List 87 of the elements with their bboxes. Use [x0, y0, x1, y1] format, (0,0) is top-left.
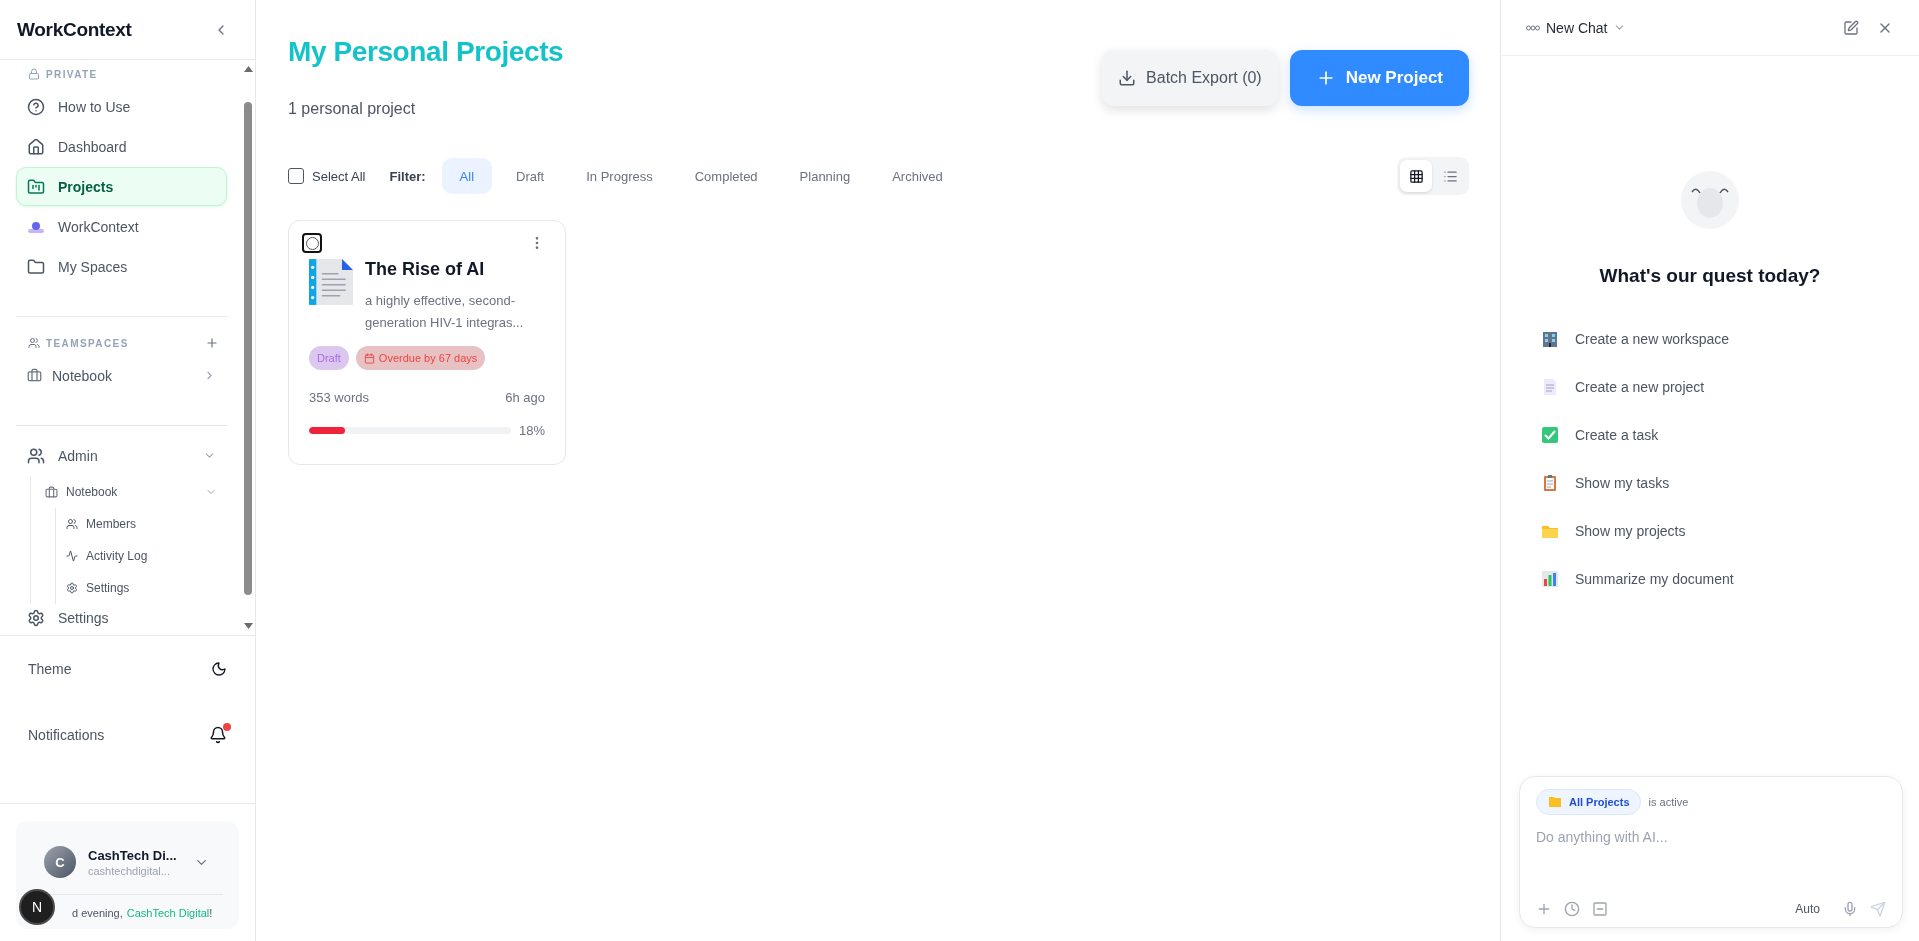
scroll-up-icon[interactable]	[243, 66, 253, 72]
nav-item[interactable]: Settings	[16, 605, 227, 631]
user-name: CashTech Di...	[88, 847, 178, 863]
project-description: a highly effective, second-generation HIV-1 integras...	[365, 292, 525, 332]
rings-icon	[1526, 24, 1540, 31]
workspace-icon	[27, 219, 45, 234]
scroll-down-icon[interactable]	[243, 623, 253, 629]
clipboard-icon	[1541, 474, 1559, 492]
tree-item[interactable]: Members	[66, 508, 227, 540]
greeting-end: !	[209, 907, 213, 919]
briefcase-icon	[27, 368, 42, 383]
theme-label: Theme	[28, 661, 72, 677]
progress-percent: 18%	[518, 423, 545, 438]
chat-title-dropdown[interactable]: New Chat	[1526, 19, 1627, 36]
due-tag: Overdue by 67 days	[355, 346, 486, 370]
nav-item[interactable]: Notebook	[16, 356, 227, 395]
updated-time: 6h ago	[505, 390, 545, 405]
nav-item[interactable]: Projects	[16, 167, 227, 206]
filter-tab[interactable]: Planning	[781, 158, 869, 194]
checkbox-icon	[1541, 426, 1559, 444]
activity-icon	[66, 550, 78, 562]
help-icon	[27, 97, 45, 116]
suggestion-item[interactable]: Show my projects	[1541, 507, 1919, 555]
bar-chart-icon	[1541, 570, 1559, 588]
brand-name: WorkContext	[17, 18, 132, 41]
suggestion-item[interactable]: Create a task	[1541, 411, 1919, 459]
suggestion-item[interactable]: Create a new project	[1541, 363, 1919, 411]
folder-icon	[1549, 797, 1561, 807]
user-email: cashtechdigital...	[88, 864, 171, 877]
context-note: is active	[1648, 796, 1689, 808]
lock-icon	[28, 68, 40, 80]
section-label: TEAMSPACES	[46, 337, 129, 349]
users-icon	[27, 446, 45, 465]
select-all-label: Select All	[312, 168, 366, 184]
notifications-label: Notifications	[28, 727, 105, 743]
checkbox[interactable]	[288, 168, 304, 184]
tree-item[interactable]: Settings	[66, 572, 227, 604]
filter-tab[interactable]: Draft	[498, 158, 563, 194]
calendar-icon	[363, 352, 375, 364]
model-selector[interactable]: Auto	[1795, 902, 1820, 916]
tree-item[interactable]: Activity Log	[66, 540, 227, 572]
building-icon	[1541, 330, 1559, 348]
filter-tab[interactable]: Archived	[874, 158, 961, 194]
folder-kanban-icon	[27, 177, 45, 196]
folder-icon	[27, 257, 45, 276]
greeting-text: d evening,	[72, 907, 123, 919]
settings-icon	[66, 582, 78, 594]
status-tag: Draft	[309, 346, 349, 370]
suggestion-item[interactable]: Summarize my document	[1541, 555, 1919, 603]
history-icon[interactable]	[1564, 901, 1580, 917]
mic-icon[interactable]	[1842, 901, 1858, 917]
select-checkbox[interactable]	[302, 233, 322, 253]
nav-item[interactable]: How to Use	[16, 87, 227, 126]
nav-item[interactable]: Dashboard	[16, 127, 227, 166]
project-card[interactable]: The Rise of AI a highly effective, second-generation HIV-1 integras... Draft Overdue by 67 days 353 words 6h ago 18%	[288, 220, 566, 465]
project-title: The Rise of AI	[365, 259, 486, 280]
context-chip[interactable]: All Projects	[1536, 789, 1641, 815]
grid-icon	[1408, 168, 1424, 184]
edit-icon[interactable]	[1843, 19, 1859, 36]
grid-view-button[interactable]	[1400, 160, 1432, 192]
moon-icon[interactable]	[211, 661, 227, 677]
suggestion-item[interactable]: Show my tasks	[1541, 459, 1919, 507]
list-icon	[1442, 168, 1458, 184]
briefcase-icon	[45, 485, 58, 499]
nav-item[interactable]: Admin	[16, 436, 227, 475]
chat-heading: What's our quest today?	[1599, 265, 1821, 287]
download-icon	[1118, 69, 1137, 87]
mascot-icon	[1681, 171, 1739, 229]
document-icon	[309, 257, 353, 307]
tree-item[interactable]: Notebook	[45, 476, 227, 508]
nav-item[interactable]: WorkContext	[16, 207, 227, 246]
settings-icon	[27, 609, 45, 627]
members-icon	[66, 518, 78, 530]
home-icon	[27, 137, 45, 156]
nav-item[interactable]: My Spaces	[16, 247, 227, 286]
filter-tab[interactable]: Completed	[676, 158, 776, 194]
avatar[interactable]: C	[44, 846, 76, 878]
page-subtitle: 1 personal project	[288, 100, 417, 118]
word-count: 353 words	[309, 390, 369, 405]
section-label: PRIVATE	[46, 68, 98, 80]
users-icon	[28, 337, 40, 349]
suggestion-item[interactable]: Create a new workspace	[1541, 315, 1919, 363]
page-title: My Personal Projects	[288, 36, 564, 68]
batch-export-button[interactable]: Batch Export (0)	[1102, 50, 1278, 106]
filter-label: Filter:	[389, 168, 426, 184]
document-icon	[1541, 378, 1559, 396]
filter-tab[interactable]: In Progress	[568, 158, 671, 194]
